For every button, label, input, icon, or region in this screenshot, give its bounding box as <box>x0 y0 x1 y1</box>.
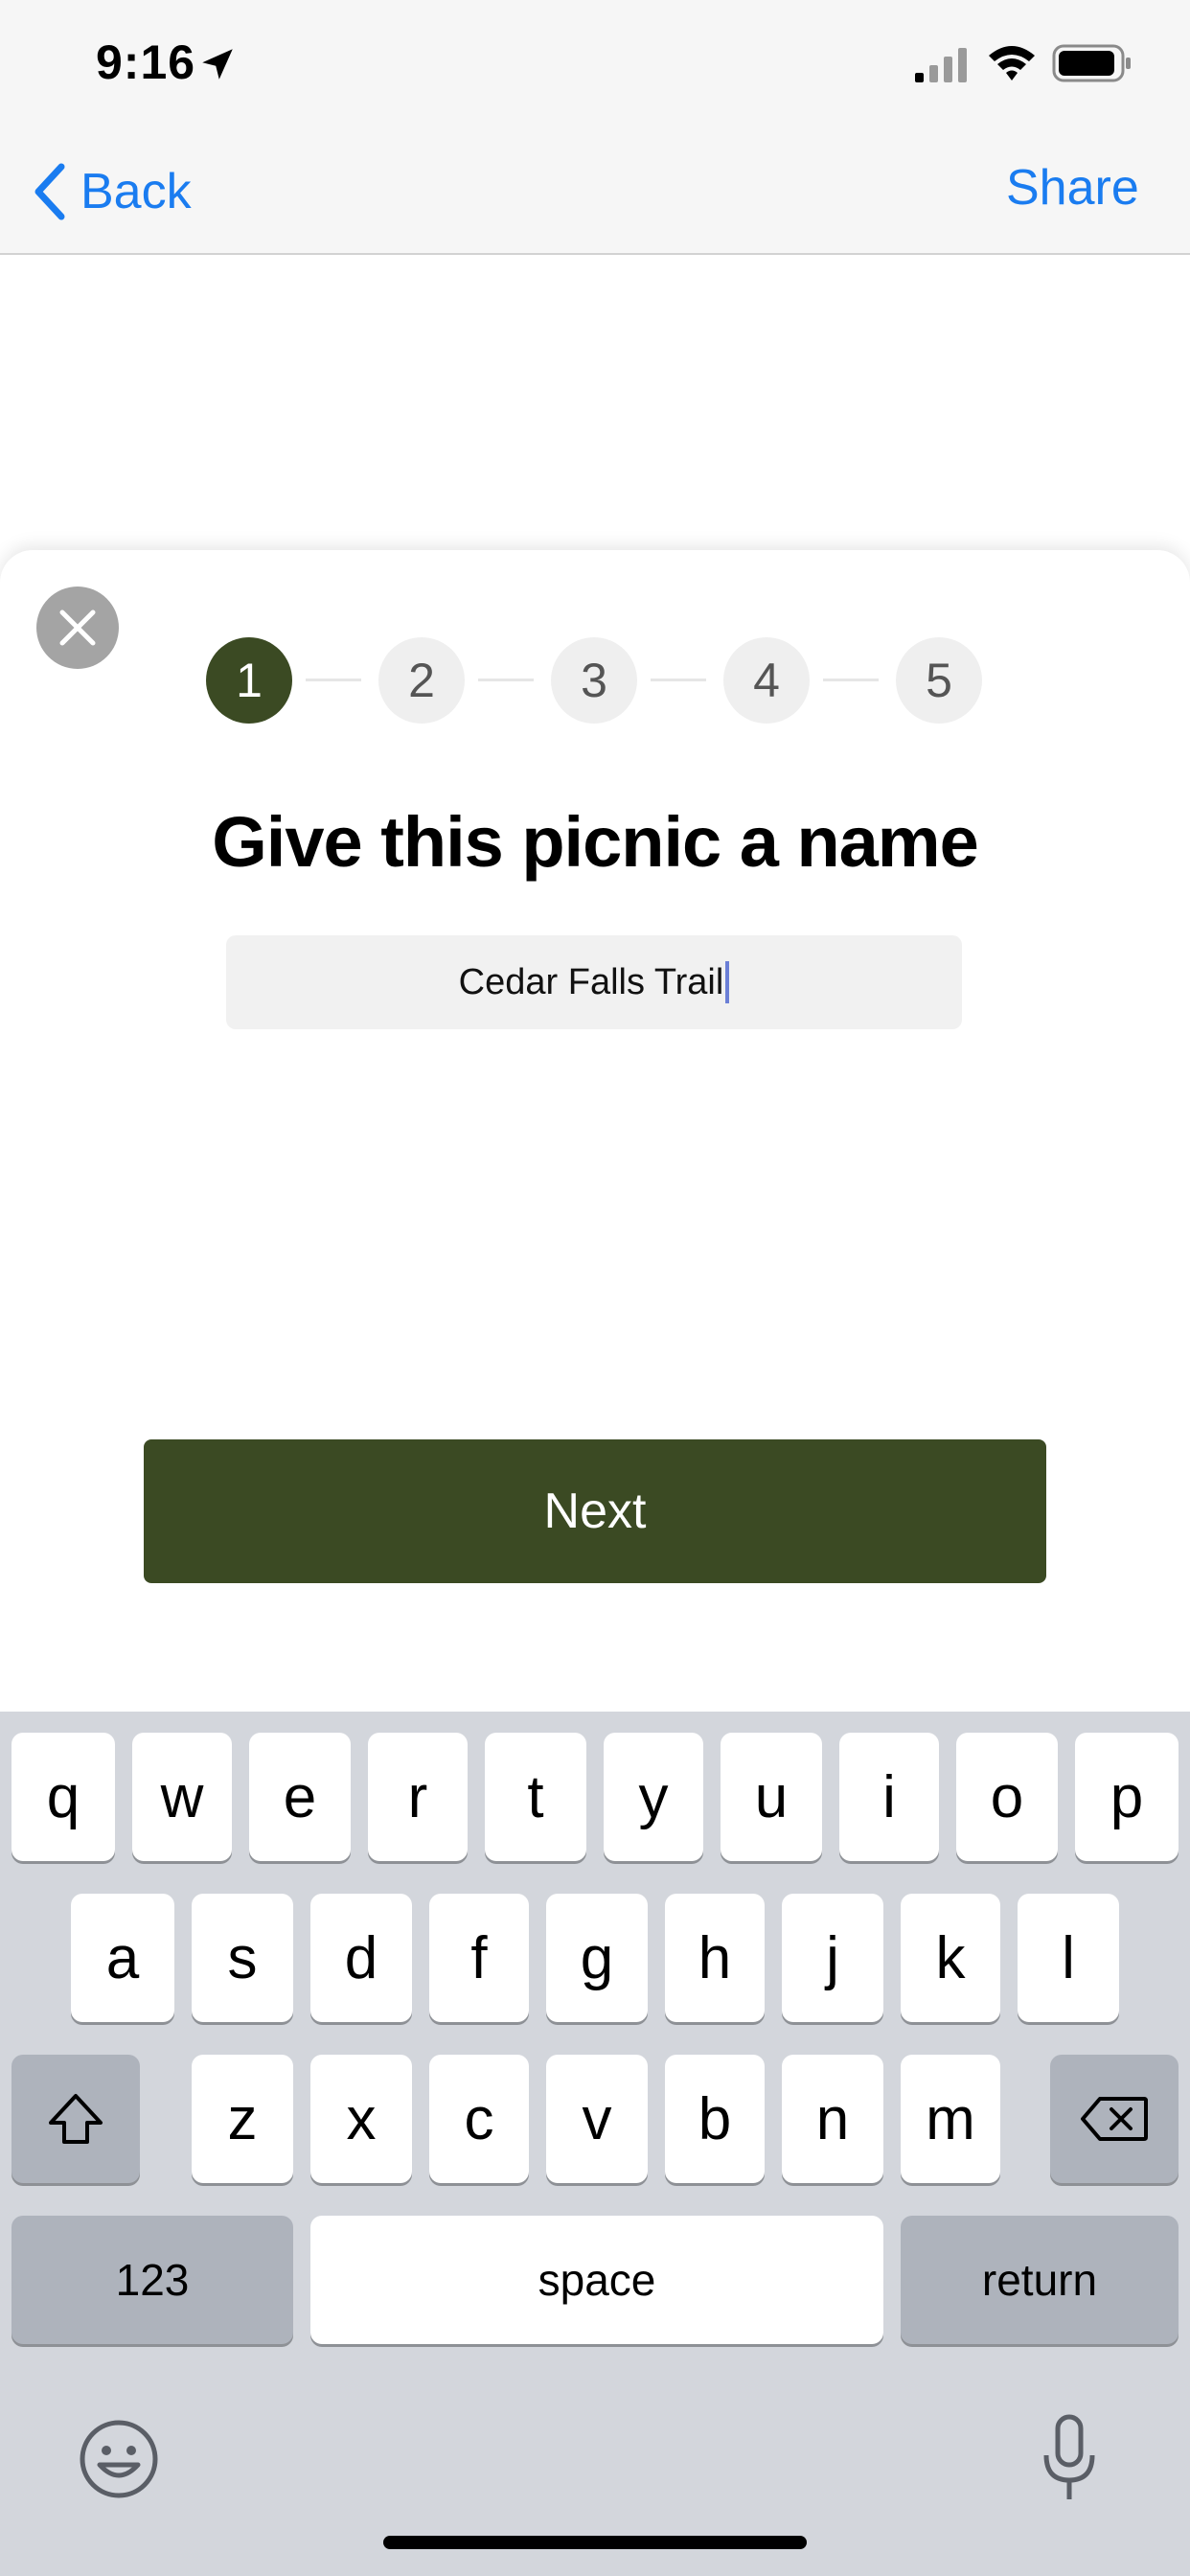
key-z[interactable]: z <box>192 2055 293 2183</box>
chevron-left-icon <box>34 163 65 220</box>
key-x[interactable]: x <box>310 2055 412 2183</box>
key-h[interactable]: h <box>665 1894 765 2022</box>
step-4: 4 <box>723 637 810 724</box>
key-e[interactable]: e <box>249 1733 351 1861</box>
delete-key[interactable] <box>1050 2055 1179 2183</box>
back-label: Back <box>80 164 192 219</box>
key-b[interactable]: b <box>665 2055 765 2183</box>
home-indicator <box>383 2536 807 2549</box>
key-m[interactable]: m <box>901 2055 1000 2183</box>
step-5: 5 <box>896 637 982 724</box>
key-g[interactable]: g <box>546 1894 648 2022</box>
shift-arrow-icon <box>49 2094 103 2144</box>
wifi-icon <box>989 46 1035 80</box>
status-time: 9:16 <box>96 35 196 89</box>
close-icon <box>59 610 96 646</box>
picnic-name-input[interactable]: Cedar Falls Trail <box>226 935 962 1029</box>
step-1: 1 <box>206 637 292 724</box>
key-d[interactable]: d <box>310 1894 412 2022</box>
next-button[interactable]: Next <box>144 1439 1046 1583</box>
key-u[interactable]: u <box>721 1733 822 1861</box>
key-v[interactable]: v <box>546 2055 648 2183</box>
page-title: Give this picnic a name <box>212 802 979 882</box>
key-q[interactable]: q <box>11 1733 115 1861</box>
step-connector <box>306 678 361 681</box>
step-connector <box>651 678 706 681</box>
emoji-icon[interactable] <box>79 2419 159 2499</box>
return-key[interactable]: return <box>901 2216 1179 2344</box>
key-f[interactable]: f <box>429 1894 529 2022</box>
key-t[interactable]: t <box>485 1733 586 1861</box>
shift-key[interactable] <box>11 2055 140 2183</box>
step-connector <box>478 678 534 681</box>
key-r[interactable]: r <box>368 1733 468 1861</box>
step-2: 2 <box>378 637 465 724</box>
numbers-key[interactable]: 123 <box>11 2216 293 2344</box>
space-key[interactable]: space <box>310 2216 883 2344</box>
key-l[interactable]: l <box>1018 1894 1119 2022</box>
key-s[interactable]: s <box>192 1894 293 2022</box>
text-cursor <box>725 961 730 1003</box>
share-button[interactable]: Share <box>1006 159 1139 217</box>
key-w[interactable]: w <box>132 1733 232 1861</box>
key-i[interactable]: i <box>839 1733 939 1861</box>
key-j[interactable]: j <box>782 1894 883 2022</box>
key-c[interactable]: c <box>429 2055 529 2183</box>
backspace-icon <box>1081 2097 1148 2141</box>
microphone-icon[interactable] <box>1039 2413 1100 2505</box>
close-button[interactable] <box>36 586 119 669</box>
key-p[interactable]: p <box>1075 1733 1179 1861</box>
step-connector <box>823 678 879 681</box>
location-arrow-icon <box>202 49 233 80</box>
key-a[interactable]: a <box>71 1894 174 2022</box>
cellular-signal-icon <box>915 48 967 82</box>
key-k[interactable]: k <box>901 1894 1000 2022</box>
battery-icon <box>1052 44 1131 82</box>
key-o[interactable]: o <box>956 1733 1058 1861</box>
step-3: 3 <box>551 637 637 724</box>
key-y[interactable]: y <box>604 1733 703 1861</box>
key-n[interactable]: n <box>782 2055 883 2183</box>
picnic-name-value: Cedar Falls Trail <box>458 961 724 1002</box>
back-button[interactable]: Back <box>33 153 192 230</box>
